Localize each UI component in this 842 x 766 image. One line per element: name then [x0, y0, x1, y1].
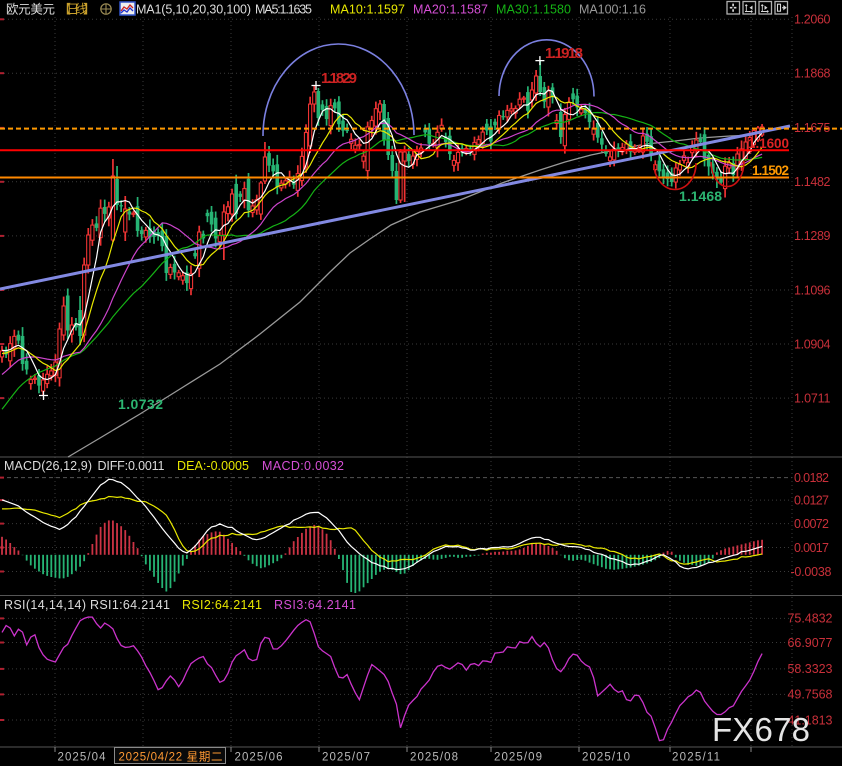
svg-text:1.1868: 1.1868 [794, 67, 831, 81]
svg-text:1.1502: 1.1502 [752, 163, 789, 178]
svg-text:MA30:1.1580: MA30:1.1580 [496, 3, 571, 17]
svg-text:0.0017: 0.0017 [794, 541, 829, 555]
svg-text:-0.0038: -0.0038 [791, 565, 832, 579]
svg-text:1.1096: 1.1096 [794, 283, 831, 297]
svg-text:1.1289: 1.1289 [794, 229, 831, 243]
svg-text:MA5:1.1635: MA5:1.1635 [255, 3, 312, 17]
svg-text:RSI3:64.2141: RSI3:64.2141 [274, 598, 356, 612]
svg-text:2025/06: 2025/06 [235, 752, 283, 764]
svg-text:MA1(5,10,20,30,100): MA1(5,10,20,30,100) [136, 3, 251, 17]
svg-text:欧元美元: 欧元美元 [6, 3, 55, 17]
svg-text:0.0182: 0.0182 [794, 471, 829, 485]
svg-text:MA20:1.1587: MA20:1.1587 [413, 3, 488, 17]
svg-text:66.9077: 66.9077 [788, 636, 833, 650]
svg-text:0.0127: 0.0127 [794, 493, 829, 507]
svg-text:2025/07: 2025/07 [322, 752, 370, 764]
svg-text:1.1482: 1.1482 [794, 175, 831, 189]
svg-text:MACD:0.0032: MACD:0.0032 [262, 459, 344, 473]
svg-text:RSI2:64.2141: RSI2:64.2141 [182, 598, 262, 612]
svg-text:DEA:-0.0005: DEA:-0.0005 [177, 459, 249, 473]
svg-text:1.1829: 1.1829 [321, 70, 357, 87]
svg-text:2025/09: 2025/09 [494, 752, 542, 764]
svg-text:49.7568: 49.7568 [788, 688, 833, 702]
svg-text:【日线】: 【日线】 [59, 3, 96, 17]
svg-text:1.1468: 1.1468 [679, 188, 722, 204]
svg-text:RSI1:64.2141: RSI1:64.2141 [90, 598, 170, 612]
svg-text:RSI(14,14,14): RSI(14,14,14) [4, 598, 86, 612]
svg-text:2025/08: 2025/08 [410, 752, 458, 764]
svg-text:1.1600: 1.1600 [748, 136, 789, 151]
svg-text:2025/10: 2025/10 [582, 752, 630, 764]
svg-text:DIFF:0.0011: DIFF:0.0011 [98, 459, 165, 473]
svg-text:0.0072: 0.0072 [794, 517, 829, 531]
svg-text:1.0904: 1.0904 [794, 337, 831, 351]
svg-text:1.0732: 1.0732 [118, 396, 163, 412]
svg-text:58.3323: 58.3323 [788, 662, 833, 676]
svg-text:2025/04: 2025/04 [58, 752, 107, 764]
svg-text:75.4832: 75.4832 [788, 612, 833, 626]
svg-text:1.1675: 1.1675 [794, 121, 831, 135]
svg-text:2025/11: 2025/11 [672, 752, 720, 764]
svg-text:2025/04/22 星期二: 2025/04/22 星期二 [119, 751, 223, 764]
svg-text:1.0711: 1.0711 [794, 391, 831, 405]
svg-text:MACD(26,12,9): MACD(26,12,9) [4, 459, 92, 473]
svg-text:MA100:1.16: MA100:1.16 [579, 3, 646, 17]
svg-text:1.2060: 1.2060 [794, 13, 831, 27]
svg-text:1.1918: 1.1918 [545, 45, 583, 62]
svg-text:FX678: FX678 [712, 711, 810, 748]
svg-text:MA10:1.1597: MA10:1.1597 [330, 3, 405, 17]
